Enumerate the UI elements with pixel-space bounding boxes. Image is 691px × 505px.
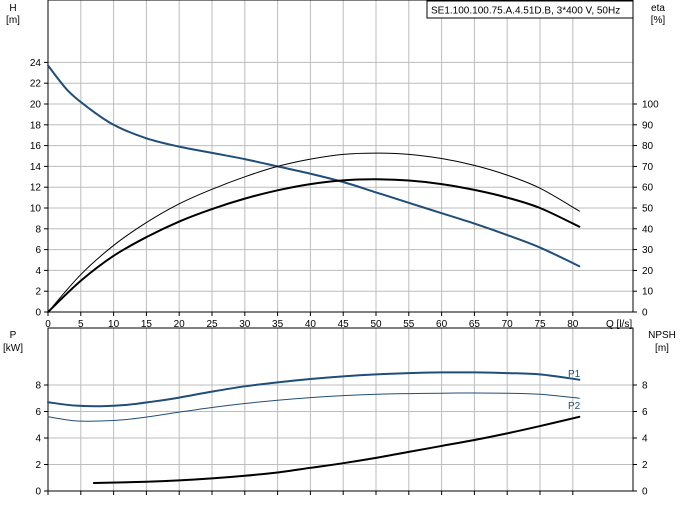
x-tick-label: 15 bbox=[141, 319, 153, 330]
y-tick-label: 18 bbox=[30, 120, 42, 131]
p1-series-label: P1 bbox=[568, 369, 581, 380]
x-tick-label: 20 bbox=[174, 319, 186, 330]
y-tick-label: 12 bbox=[30, 183, 42, 194]
y2-tick-label: 50 bbox=[642, 204, 654, 215]
y2-tick-label: 4 bbox=[642, 434, 648, 445]
lower-y-axis-name: P bbox=[10, 330, 17, 341]
y-tick-label: 0 bbox=[35, 308, 41, 319]
upper-y2-axis-unit: [%] bbox=[651, 15, 666, 26]
y-tick-label: 6 bbox=[35, 407, 41, 418]
y-tick-label: 20 bbox=[30, 100, 42, 111]
x-tick-label: 10 bbox=[108, 319, 120, 330]
y-tick-label: 8 bbox=[35, 381, 41, 392]
y-tick-label: 8 bbox=[35, 224, 41, 235]
upper-y-axis-name: H bbox=[9, 3, 16, 14]
y2-tick-label: 80 bbox=[642, 141, 654, 152]
x-tick-label: 0 bbox=[45, 319, 51, 330]
y-tick-label: 2 bbox=[35, 460, 41, 471]
lower-y2-axis-name: NPSH bbox=[648, 330, 676, 341]
upper-y2-axis-name: eta bbox=[651, 3, 665, 14]
y2-tick-label: 10 bbox=[642, 287, 654, 298]
y2-tick-label: 0 bbox=[642, 308, 648, 319]
y2-tick-label: 2 bbox=[642, 460, 648, 471]
x-tick-label: 40 bbox=[305, 319, 317, 330]
chart-svg: 0246810121416182022240102030405060708090… bbox=[0, 0, 691, 500]
x-axis-label: Q [l/s] bbox=[606, 319, 632, 330]
x-tick-label: 5 bbox=[78, 319, 84, 330]
x-tick-label: 65 bbox=[469, 319, 481, 330]
y-tick-label: 2 bbox=[35, 287, 41, 298]
y-tick-label: 4 bbox=[35, 266, 41, 277]
lower-y2-axis-unit: [m] bbox=[655, 343, 669, 354]
y2-tick-label: 60 bbox=[642, 183, 654, 194]
x-tick-label: 25 bbox=[206, 319, 218, 330]
y2-tick-label: 70 bbox=[642, 162, 654, 173]
y2-tick-label: 90 bbox=[642, 120, 654, 131]
x-tick-label: 50 bbox=[370, 319, 382, 330]
y2-tick-label: 40 bbox=[642, 224, 654, 235]
x-tick-label: 60 bbox=[436, 319, 448, 330]
y2-tick-label: 0 bbox=[642, 487, 648, 498]
y-tick-label: 16 bbox=[30, 141, 42, 152]
y-tick-label: 4 bbox=[35, 434, 41, 445]
y-tick-label: 24 bbox=[30, 58, 42, 69]
lower-y-axis-unit: [kW] bbox=[3, 343, 23, 354]
y2-tick-label: 8 bbox=[642, 381, 648, 392]
y2-tick-label: 20 bbox=[642, 266, 654, 277]
y-tick-label: 22 bbox=[30, 79, 42, 90]
p2-series-label: P2 bbox=[568, 401, 581, 412]
x-tick-label: 35 bbox=[272, 319, 284, 330]
x-tick-label: 45 bbox=[338, 319, 350, 330]
y2-tick-label: 30 bbox=[642, 245, 654, 256]
chart-title: SE1.100.100.75.A.4.51D.B, 3*400 V, 50Hz bbox=[431, 6, 620, 17]
y2-tick-label: 100 bbox=[642, 100, 659, 111]
y-tick-label: 10 bbox=[30, 204, 42, 215]
upper-y-axis-unit: [m] bbox=[6, 15, 20, 26]
pump-performance-chart: 0 2 4 6 8 10 12 14 16 18 20 22 24 0 10 20 30 40 50 60 70 80 90… bbox=[0, 0, 691, 500]
x-tick-label: 75 bbox=[534, 319, 546, 330]
x-tick-label: 70 bbox=[502, 319, 514, 330]
y-tick-label: 14 bbox=[30, 162, 42, 173]
y2-tick-label: 6 bbox=[642, 407, 648, 418]
x-tick-label: 30 bbox=[239, 319, 251, 330]
y-tick-label: 6 bbox=[35, 245, 41, 256]
y-tick-label: 0 bbox=[35, 487, 41, 498]
x-tick-label: 55 bbox=[403, 319, 415, 330]
x-tick-label: 80 bbox=[567, 319, 579, 330]
